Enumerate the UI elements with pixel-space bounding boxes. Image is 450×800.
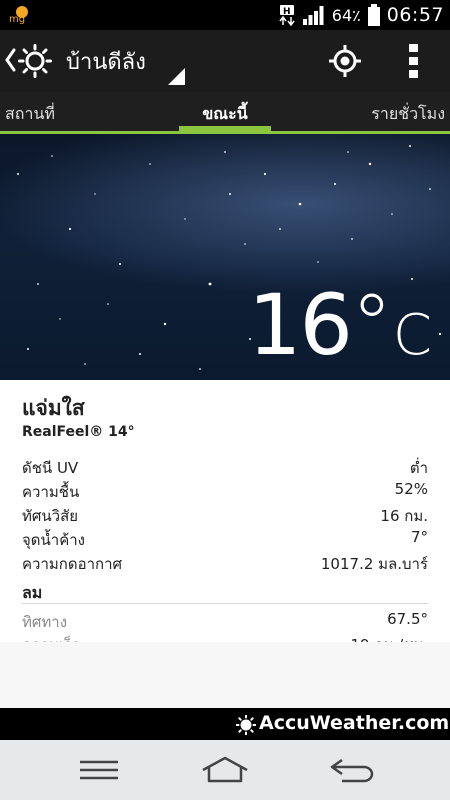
detail-row-dewpoint: จุดน้ำค้าง 7° (22, 528, 428, 550)
active-tab-indicator (179, 126, 271, 132)
detail-value: ต่ำ (409, 459, 428, 477)
system-nav-bar (0, 740, 450, 800)
current-temperature: 16°C (248, 276, 432, 374)
locate-gps-icon[interactable] (328, 44, 362, 78)
divider (22, 603, 428, 604)
detail-value: 16 กม. (380, 507, 428, 525)
wind-speed-value: 19 กม./ชม. (351, 633, 428, 642)
status-bar: mg H 64٪ 06:57 (0, 0, 450, 30)
battery-percent: 64٪ (331, 5, 361, 25)
detail-row-humidity: ความชื้น 52% (22, 480, 428, 502)
detail-label: ความกดอากาศ (22, 555, 123, 573)
detail-value: 7° (410, 528, 428, 546)
mg-app-icon: mg (9, 6, 28, 25)
degree-symbol: ° (350, 276, 393, 374)
condition-text: แจ่มใส (22, 396, 85, 420)
detail-row-visibility: ทัศนวิสัย 16 กม. (22, 504, 428, 526)
back-arrow-icon[interactable] (328, 754, 376, 786)
detail-label: ดัชนี UV (22, 459, 79, 477)
overflow-menu-icon[interactable] (406, 42, 422, 80)
weather-details: แจ่มใส RealFeel® 14° ดัชนี UV ต่ำ ความชื… (0, 380, 450, 708)
sun-icon[interactable] (18, 44, 52, 78)
detail-row-pressure: ความกดอากาศ 1017.2 มล.บาร์ (22, 552, 428, 574)
temperature-value: 16 (248, 276, 353, 374)
location-dropdown-icon[interactable] (168, 68, 185, 85)
battery-icon (367, 4, 380, 26)
temperature-unit: C (392, 303, 432, 368)
scroll-fade (0, 642, 450, 708)
wind-direction-value: 67.5° (387, 610, 428, 628)
detail-label: จุดน้ำค้าง (22, 531, 85, 549)
svg-text:mg: mg (9, 14, 25, 25)
detail-row-uv: ดัชนี UV ต่ำ (22, 456, 428, 478)
realfeel-text: RealFeel® 14° (22, 424, 135, 440)
back-chevron-icon[interactable] (4, 48, 16, 72)
accuweather-brand: AccuWeather.com (259, 712, 450, 734)
wind-direction-label: ทิศทาง (22, 613, 68, 631)
accuweather-sun-icon (236, 715, 256, 735)
wind-row-speed: ความเร็ว 19 กม./ชม. (22, 633, 428, 642)
detail-value: 1017.2 มล.บาร์ (320, 555, 428, 573)
app-header: บ้านดีลัง (0, 30, 450, 92)
network-h-icon: H (279, 5, 295, 26)
weather-hero: 16°C (0, 134, 450, 380)
detail-label: ทัศนวิสัย (22, 507, 79, 525)
svg-text:H: H (283, 7, 291, 17)
detail-label: ความชื้น (22, 483, 80, 501)
wind-row-direction: ทิศทาง 67.5° (22, 610, 428, 632)
wind-speed-label: ความเร็ว (22, 633, 80, 642)
home-icon[interactable] (200, 754, 250, 786)
accuweather-banner[interactable]: AccuWeather.com (0, 708, 450, 740)
location-title[interactable]: บ้านดีลัง (66, 44, 146, 79)
detail-value: 52% (394, 480, 428, 498)
clock: 06:57 (386, 4, 444, 26)
tab-hourly[interactable]: รายชั่วโมง (371, 102, 445, 127)
signal-strength-icon (302, 6, 324, 25)
menu-icon[interactable] (78, 754, 120, 786)
